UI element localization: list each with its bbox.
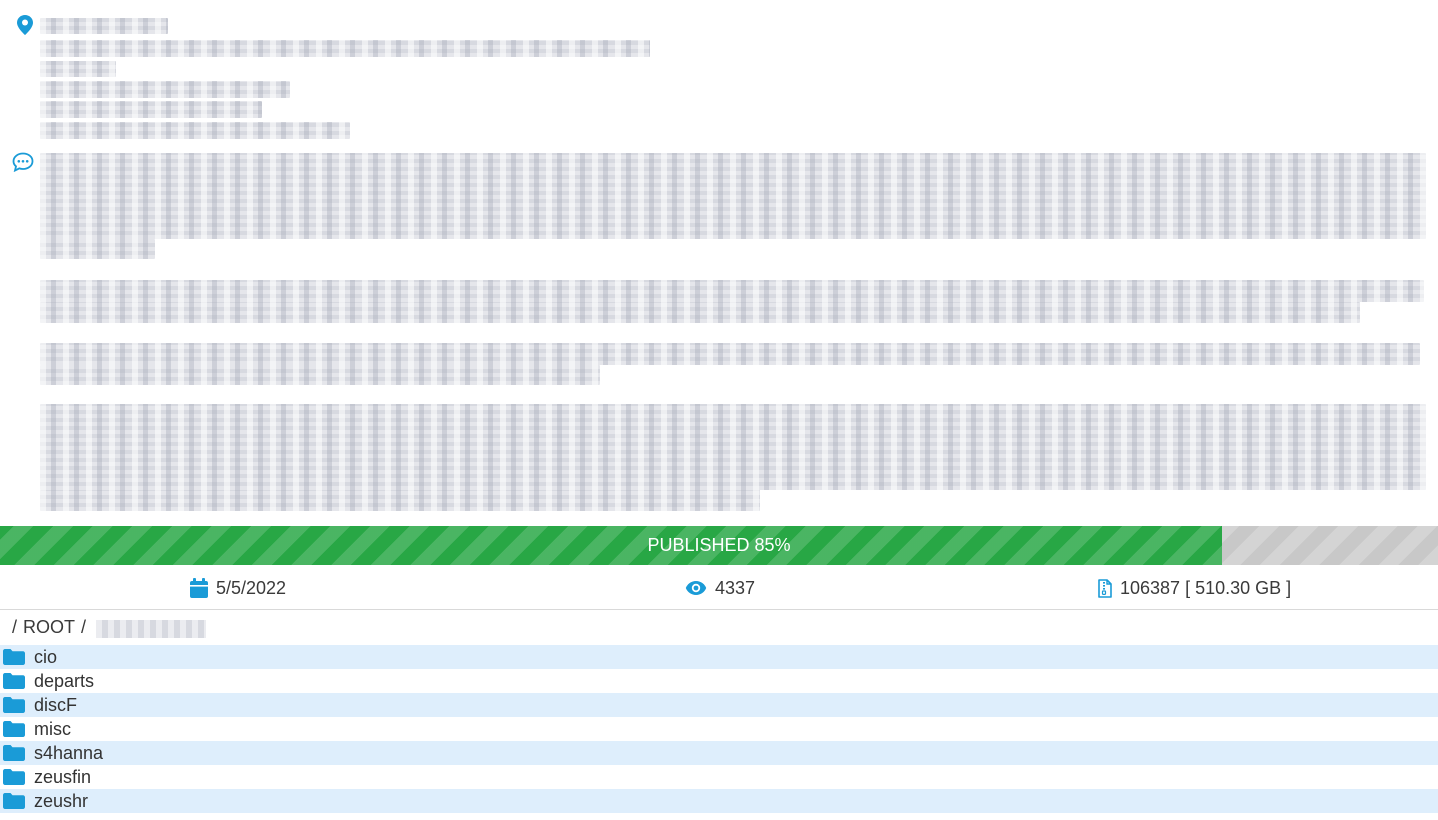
folder-name: zeusfin	[34, 766, 92, 787]
folder-icon	[3, 793, 25, 809]
folder-icon	[3, 745, 25, 761]
folder-icon	[3, 697, 25, 713]
folder-row[interactable]: cio	[0, 645, 1438, 669]
calendar-icon	[190, 578, 208, 598]
stats-row: 5/5/2022 4337 106387 [ 510.30 GB ]	[0, 566, 1438, 610]
folder-name: misc	[34, 718, 71, 739]
folder-row[interactable]: zeushr	[0, 789, 1438, 813]
address-line	[40, 101, 262, 118]
publish-progress-bar: PUBLISHED 85%	[0, 526, 1438, 565]
description-paragraph-tail	[40, 302, 1360, 323]
folder-icon	[3, 769, 25, 785]
folder-row[interactable]: discF	[0, 693, 1438, 717]
folder-row[interactable]: misc	[0, 717, 1438, 741]
description-paragraph-tail	[40, 365, 600, 385]
stat-views: 4337	[685, 566, 755, 610]
stat-date-value: 5/5/2022	[216, 577, 287, 598]
breadcrumb-separator: /	[81, 616, 87, 637]
folder-icon	[3, 721, 25, 737]
breadcrumb-root[interactable]: ROOT	[23, 617, 75, 638]
stat-views-value: 4337	[715, 577, 756, 598]
folder-name: cio	[34, 646, 58, 667]
comment-dots-icon	[12, 152, 34, 172]
folder-icon	[3, 649, 25, 665]
folder-row[interactable]: zeusfin	[0, 765, 1438, 789]
folder-name: zeushr	[34, 790, 89, 811]
description-paragraph	[40, 404, 1426, 490]
description-paragraph	[40, 280, 1424, 302]
description-paragraph-tail	[40, 239, 155, 259]
map-marker-icon	[17, 15, 33, 35]
folder-name: discF	[34, 694, 78, 715]
description-paragraph	[40, 343, 1420, 365]
folder-list: cio departs discF misc s4hanna zeusfin zeushr	[0, 645, 1438, 813]
stat-files: 106387 [ 510.30 GB ]	[1098, 566, 1291, 610]
address-line	[40, 61, 116, 77]
address-line	[40, 122, 350, 139]
listing-info	[0, 0, 1438, 520]
progress-label: PUBLISHED 85%	[647, 535, 791, 555]
eye-icon	[685, 581, 707, 595]
stat-files-value: 106387 [ 510.30 GB ]	[1120, 577, 1292, 598]
stat-date: 5/5/2022	[190, 566, 286, 610]
breadcrumb: / ROOT /	[12, 614, 207, 640]
address-line	[40, 40, 650, 57]
folder-row[interactable]: s4hanna	[0, 741, 1438, 765]
folder-name: departs	[34, 670, 95, 691]
description-paragraph	[40, 153, 1426, 239]
breadcrumb-current	[96, 620, 207, 638]
address-line	[40, 18, 168, 34]
folder-name: s4hanna	[34, 742, 104, 763]
description-paragraph-tail	[40, 490, 760, 511]
folder-icon	[3, 673, 25, 689]
breadcrumb-separator: /	[12, 616, 18, 637]
folder-row[interactable]: departs	[0, 669, 1438, 693]
address-line	[40, 81, 290, 98]
file-archive-icon	[1098, 578, 1112, 598]
